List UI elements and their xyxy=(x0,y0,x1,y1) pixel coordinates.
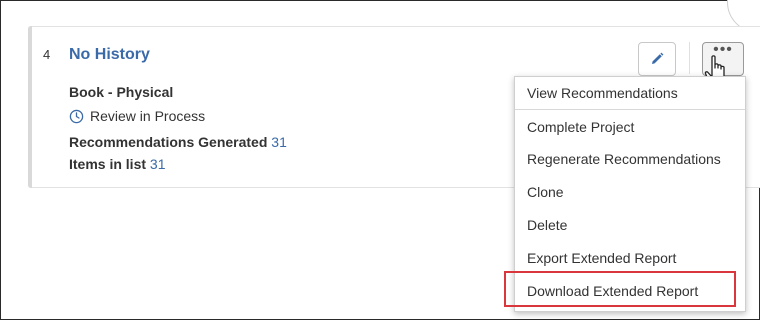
items-count: 31 xyxy=(149,156,166,172)
toolbar-divider xyxy=(689,42,690,74)
status-line: Review in Process xyxy=(69,108,205,124)
menu-item-complete-project[interactable]: Complete Project xyxy=(515,111,745,143)
menu-item-view-recommendations[interactable]: View Recommendations xyxy=(515,77,745,109)
menu-item-regenerate-recommendations[interactable]: Regenerate Recommendations xyxy=(515,143,745,175)
card-accent-bar xyxy=(28,26,32,188)
project-title-link[interactable]: No History xyxy=(69,46,150,64)
recommendations-count: 31 xyxy=(271,134,287,150)
menu-item-export-extended-report[interactable]: Export Extended Report xyxy=(515,242,745,274)
clock-icon xyxy=(69,109,84,123)
pencil-icon xyxy=(652,52,664,64)
items-label: Items in list xyxy=(69,156,147,172)
highlight-box xyxy=(504,271,736,307)
recommendations-generated: Recommendations Generated 31 xyxy=(69,134,287,150)
menu-separator xyxy=(515,109,745,110)
status-text: Review in Process xyxy=(90,108,206,124)
edit-button[interactable] xyxy=(638,42,676,76)
row-index: 4 xyxy=(43,47,51,62)
items-in-list: Items in list 31 xyxy=(69,156,166,172)
material-type: Book - Physical xyxy=(69,84,174,100)
screenshot-frame: 4 No History Book - Physical Review in P… xyxy=(0,0,760,320)
menu-item-clone[interactable]: Clone xyxy=(515,176,745,208)
recommendations-label: Recommendations Generated xyxy=(69,134,268,150)
menu-item-delete[interactable]: Delete xyxy=(515,209,745,241)
